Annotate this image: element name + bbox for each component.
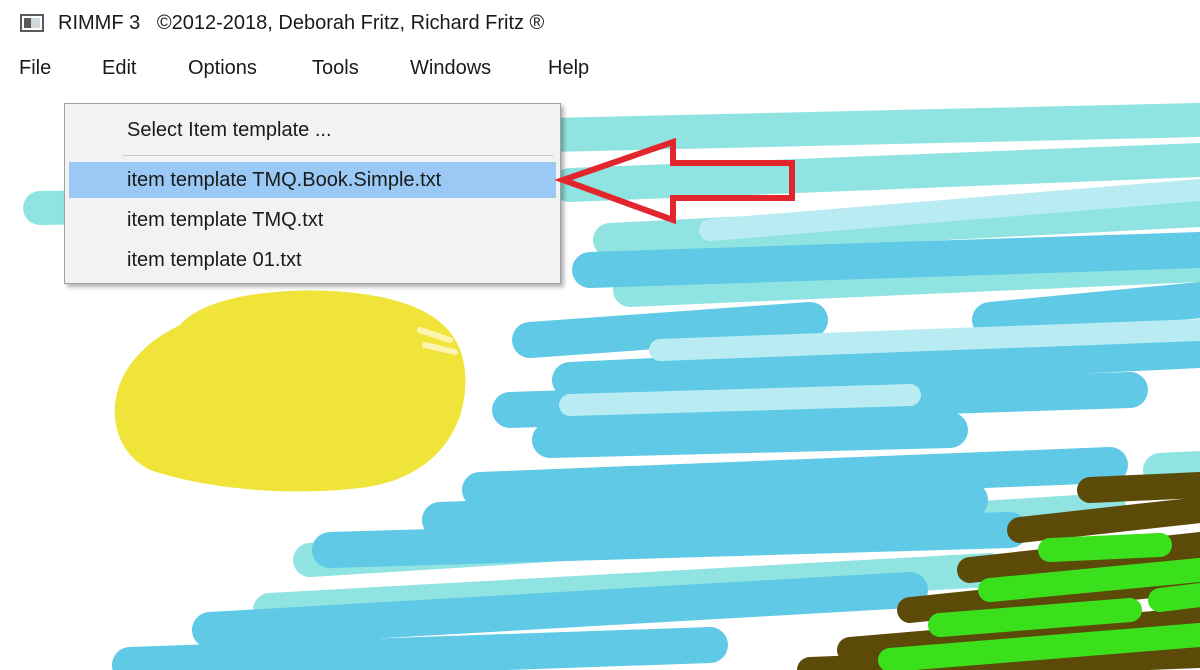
sky-stroke (112, 627, 728, 670)
icon-right-pane (31, 18, 40, 28)
sky-stroke (312, 512, 1028, 568)
app-window: RIMMF 3 ©2012-2018, Deborah Fritz, Richa… (0, 0, 1200, 670)
sky-stroke (572, 232, 1200, 288)
menu-windows[interactable]: Windows (410, 57, 491, 80)
template-option-01[interactable]: item template 01.txt (69, 242, 556, 278)
sky-stroke (1143, 451, 1200, 487)
menu-separator (123, 155, 553, 156)
arrow-outline (555, 138, 795, 225)
menu-bar: File Edit Options Tools Windows Help (0, 50, 1200, 88)
menu-options[interactable]: Options (188, 57, 257, 80)
app-window-icon (20, 14, 44, 32)
sky-stroke (532, 412, 968, 458)
menu-file[interactable]: File (19, 57, 51, 80)
icon-left-pane (24, 18, 31, 28)
menu-help[interactable]: Help (548, 57, 589, 80)
sky-stroke (533, 103, 1200, 152)
menu-tools[interactable]: Tools (312, 57, 359, 80)
sky-stroke (972, 282, 1200, 338)
menu-edit[interactable]: Edit (102, 57, 136, 80)
sun-shape (114, 290, 466, 492)
window-title: RIMMF 3 ©2012-2018, Deborah Fritz, Richa… (58, 12, 545, 34)
template-option-tmq[interactable]: item template TMQ.txt (69, 202, 556, 238)
red-arrow-annotation (555, 138, 795, 225)
template-option-tmq-book-simple[interactable]: item template TMQ.Book.Simple.txt (69, 162, 556, 198)
sky-stroke (462, 447, 1128, 508)
sky-stroke (559, 384, 921, 416)
title-bar: RIMMF 3 ©2012-2018, Deborah Fritz, Richa… (0, 0, 1200, 50)
template-dropdown-menu: Select Item template ... item template T… (64, 103, 561, 284)
select-item-template-option[interactable]: Select Item template ... (69, 112, 556, 148)
